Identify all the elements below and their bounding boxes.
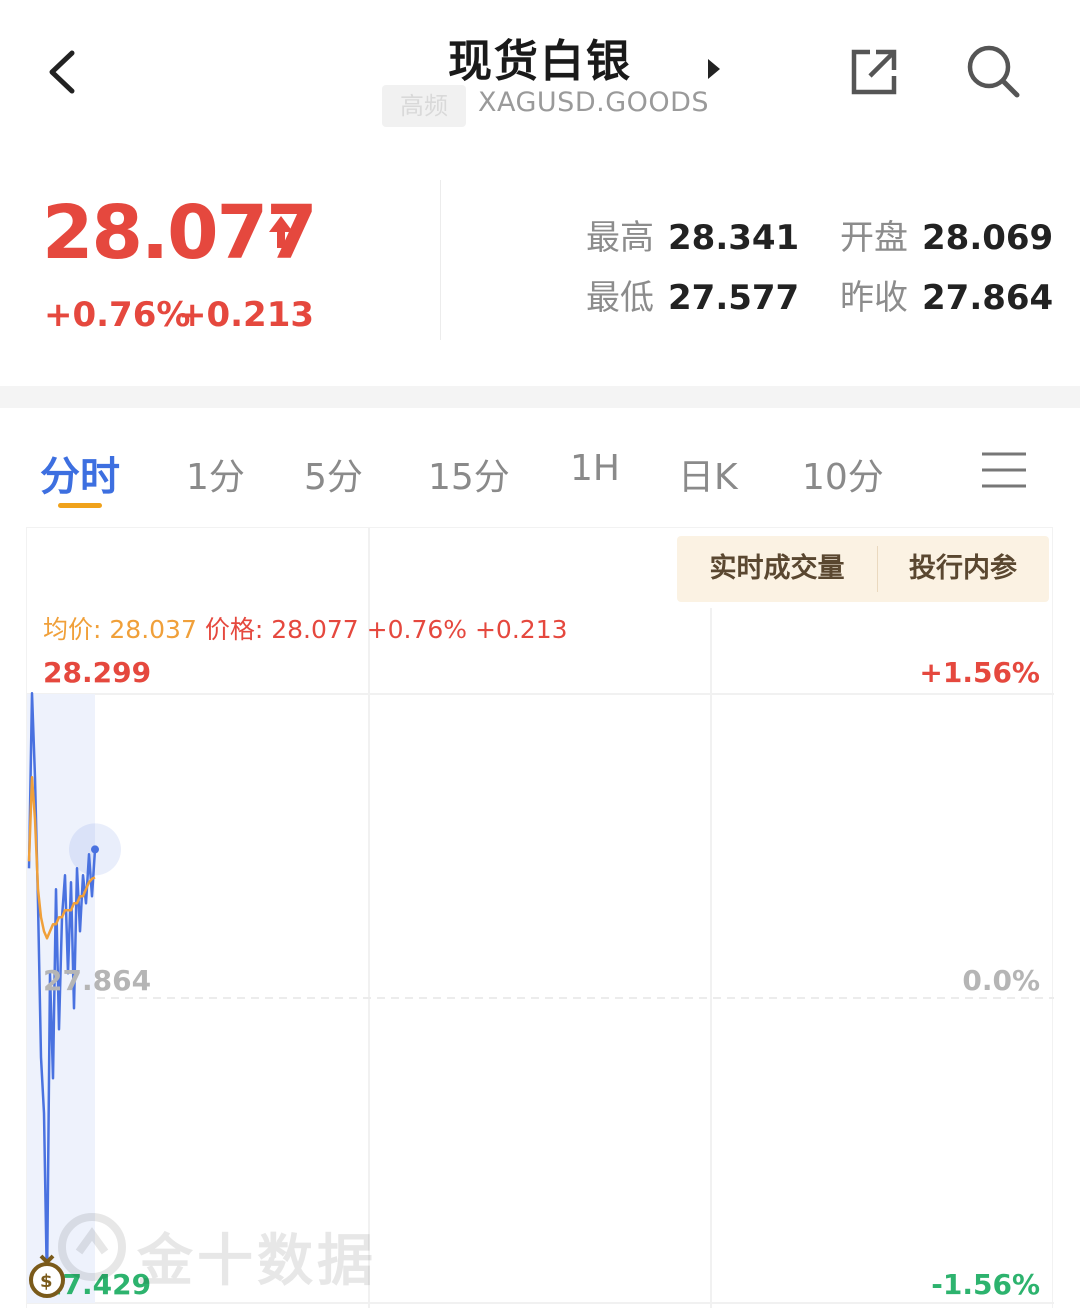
instrument-title-block[interactable]: 现货白银 高频 XAGUSD.GOODS <box>380 25 720 135</box>
tab-1h[interactable]: 1H <box>570 448 620 489</box>
instrument-symbol: XAGUSD.GOODS <box>478 87 710 118</box>
tab-daily-k[interactable]: 日K <box>678 448 738 500</box>
tab-1min[interactable]: 1分 <box>186 448 245 500</box>
tab-15min[interactable]: 15分 <box>428 448 510 500</box>
section-separator <box>0 386 1080 408</box>
stat-open: 开盘 28.069 <box>840 210 1053 259</box>
stat-label: 最低 <box>586 278 654 318</box>
search-icon <box>967 45 1020 98</box>
y-axis-max-label: 28.299 <box>43 656 152 689</box>
watermark-logo: 金十数据 <box>57 1208 417 1294</box>
chevron-left-icon <box>49 50 75 94</box>
price-label: 价格: <box>204 615 264 644</box>
quote-summary: 28.077 +0.76% +0.213 最高 28.341 开盘 28.069 最… <box>0 160 1080 380</box>
watermark-text: 金十数据 <box>137 1229 377 1294</box>
chart-chip-bar: 实时成交量 投行内参 <box>677 536 1049 602</box>
legend-abs: +0.213 <box>474 615 568 644</box>
active-tab-indicator <box>58 503 102 508</box>
change-absolute: +0.213 <box>178 295 315 335</box>
stat-value: 28.069 <box>922 218 1054 258</box>
avg-label: 均价: <box>43 615 102 644</box>
menu-button[interactable] <box>980 450 1028 490</box>
stat-label: 开盘 <box>840 218 908 258</box>
stat-prev-close: 昨收 27.864 <box>840 270 1053 319</box>
legend-pct: +0.76% <box>366 615 468 644</box>
investment-bank-insights-button[interactable]: 投行内参 <box>877 536 1049 602</box>
intraday-chart-panel: 实时成交量 投行内参 均价: 28.037 价格: 28.077 +0.76% … <box>26 527 1054 1308</box>
change-percent: +0.76% <box>44 295 191 335</box>
tab-5min[interactable]: 5分 <box>304 448 363 500</box>
arrow-up-icon <box>265 212 297 252</box>
coin-icon[interactable]: $ <box>27 1250 67 1302</box>
chart-legend: 均价: 28.037 价格: 28.077 +0.76% +0.213 <box>43 610 568 646</box>
page-title: 现货白银 <box>448 36 632 87</box>
tab-10min[interactable]: 10分 <box>802 448 884 500</box>
price-value: 28.077 <box>271 615 359 644</box>
menu-icon <box>982 452 1026 488</box>
high-frequency-badge: 高频 <box>382 85 466 127</box>
pct-axis-max-label: +1.56% <box>919 656 1040 689</box>
stat-value: 27.864 <box>922 278 1054 318</box>
period-tabs: 分时 1分 5分 15分 1H 日K 10分 <box>0 430 1080 520</box>
stat-label: 最高 <box>586 218 654 258</box>
stat-low: 最低 27.577 <box>586 270 799 319</box>
pct-axis-min-label: -1.56% <box>931 1268 1040 1301</box>
divider <box>440 180 441 340</box>
stat-label: 昨收 <box>840 278 908 318</box>
external-link-icon <box>851 49 897 95</box>
svg-text:$: $ <box>40 1271 53 1292</box>
realtime-volume-button[interactable]: 实时成交量 <box>677 536 877 602</box>
back-button[interactable] <box>40 45 90 100</box>
search-button[interactable] <box>962 40 1024 102</box>
share-button[interactable] <box>846 44 902 100</box>
logo-icon <box>58 1213 126 1281</box>
avg-value: 28.037 <box>109 615 197 644</box>
y-axis-ref-label: 27.864 <box>43 964 152 997</box>
pct-axis-ref-label: 0.0% <box>962 964 1040 997</box>
top-bar: 现货白银 高频 XAGUSD.GOODS <box>0 0 1080 150</box>
caret-right-icon[interactable] <box>705 55 723 83</box>
stat-high: 最高 28.341 <box>586 210 799 259</box>
current-price-dot <box>91 845 99 854</box>
stat-value: 27.577 <box>668 278 800 318</box>
tab-intraday[interactable]: 分时 <box>40 444 120 502</box>
stat-value: 28.341 <box>668 218 800 258</box>
